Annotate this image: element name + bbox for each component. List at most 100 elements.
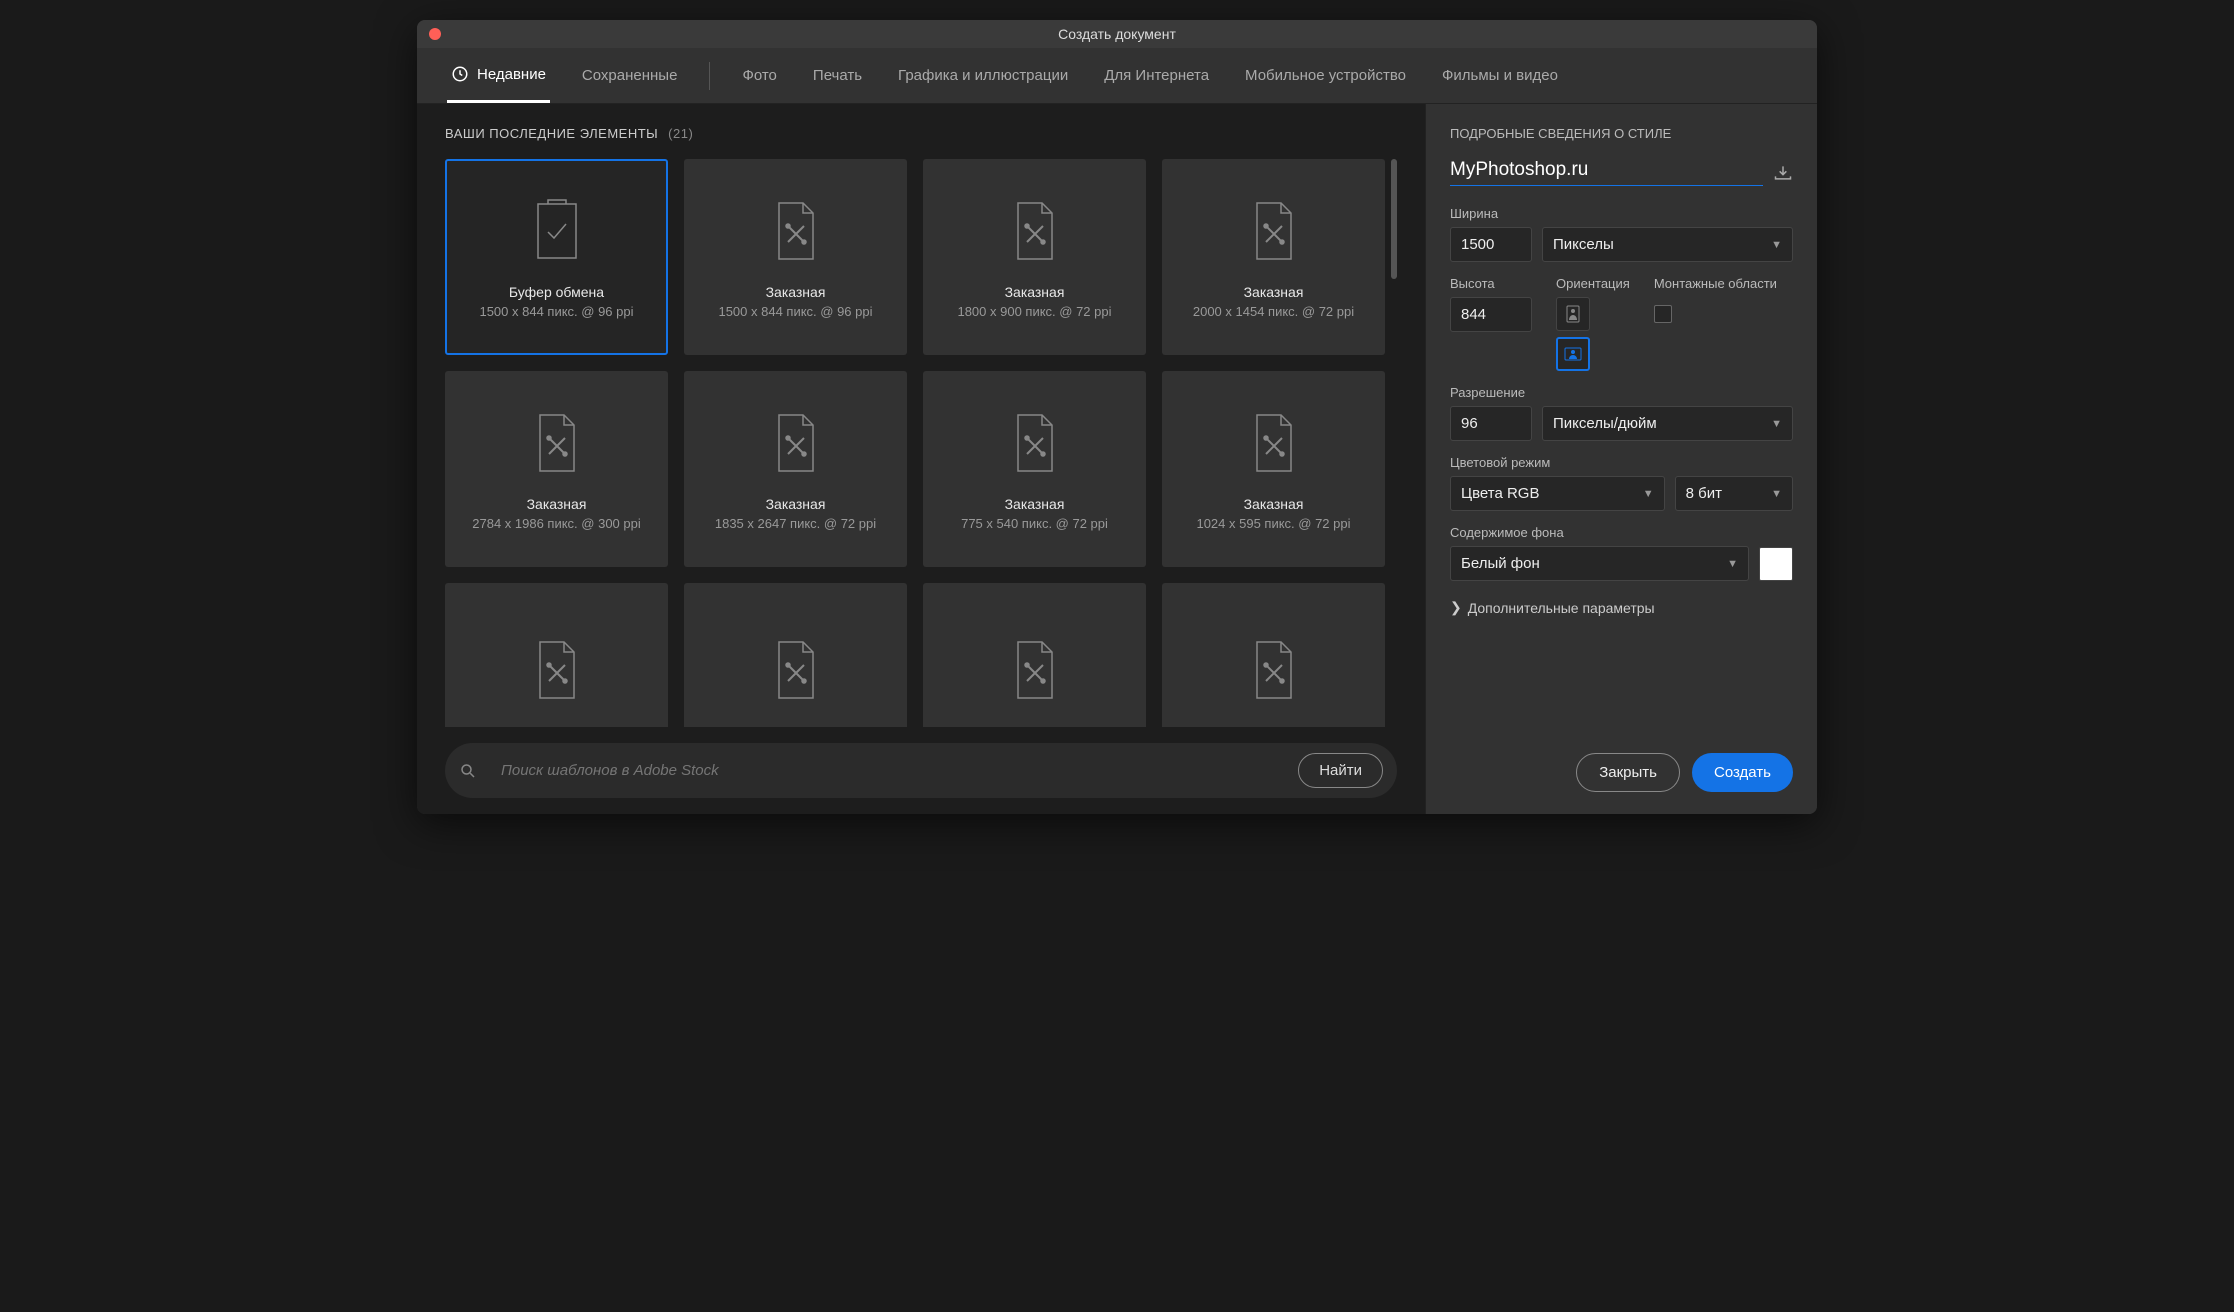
resolution-unit-select[interactable]: Пикселы/дюйм ▼	[1542, 406, 1793, 441]
chevron-down-icon: ▼	[1771, 239, 1782, 251]
preset-subtitle: 1835 x 2647 пикс. @ 72 ppi	[715, 516, 876, 531]
chevron-down-icon: ▼	[1771, 488, 1782, 500]
search-input[interactable]	[493, 762, 1282, 779]
select-value: 8 бит	[1686, 485, 1722, 502]
preset-card[interactable]: Заказная 1500 x 844 пикс. @ 96 ppi	[684, 159, 907, 355]
tab-art[interactable]: Графика и иллюстрации	[894, 50, 1072, 101]
preset-subtitle: 1500 x 844 пикс. @ 96 ppi	[718, 304, 872, 319]
preset-card[interactable]: Заказная 1800 x 900 пикс. @ 72 ppi	[923, 159, 1146, 355]
preset-subtitle: 1800 x 900 пикс. @ 72 ppi	[957, 304, 1111, 319]
document-icon	[768, 196, 824, 266]
create-button[interactable]: Создать	[1692, 753, 1793, 792]
panel-title: ПОДРОБНЫЕ СВЕДЕНИЯ О СТИЛЕ	[1450, 126, 1793, 141]
document-icon	[529, 408, 585, 478]
document-icon	[1007, 408, 1063, 478]
bitdepth-select[interactable]: 8 бит ▼	[1675, 476, 1793, 511]
document-icon	[529, 635, 585, 705]
height-input[interactable]	[1450, 297, 1532, 332]
preset-card[interactable]: Буфер обмена 1500 x 844 пикс. @ 96 ppi	[445, 159, 668, 355]
chevron-down-icon: ▼	[1643, 488, 1654, 500]
document-icon	[1246, 635, 1302, 705]
tab-web[interactable]: Для Интернета	[1100, 50, 1213, 101]
select-value: Пикселы	[1553, 236, 1614, 253]
search-bar: Найти	[445, 743, 1397, 798]
preset-title: Заказная	[766, 496, 826, 512]
preset-subtitle: 1500 x 844 пикс. @ 96 ppi	[479, 304, 633, 319]
tab-label: Фото	[742, 67, 776, 84]
orientation-label: Ориентация	[1556, 276, 1630, 291]
background-swatch[interactable]	[1759, 547, 1793, 581]
preset-card[interactable]: Заказная 1024 x 595 пикс. @ 72 ppi	[1162, 371, 1385, 567]
clipboard-icon	[529, 196, 585, 266]
preset-title: Заказная	[1244, 496, 1304, 512]
document-icon	[768, 408, 824, 478]
preset-card[interactable]	[445, 583, 668, 727]
width-unit-select[interactable]: Пикселы ▼	[1542, 227, 1793, 262]
preset-card[interactable]: Заказная2000 x 1454 пикс. @ 72 ppi	[1162, 159, 1385, 355]
tab-label: Печать	[813, 67, 862, 84]
close-button[interactable]: Закрыть	[1576, 753, 1680, 792]
window-title: Создать документ	[417, 26, 1817, 42]
preset-card[interactable]	[684, 583, 907, 727]
preset-card[interactable]	[1162, 583, 1385, 727]
resolution-label: Разрешение	[1450, 385, 1793, 400]
artboards-label: Монтажные области	[1654, 276, 1777, 291]
tab-print[interactable]: Печать	[809, 50, 866, 101]
save-preset-icon[interactable]	[1773, 164, 1793, 182]
tab-label: Сохраненные	[582, 67, 678, 84]
resolution-input[interactable]	[1450, 406, 1532, 441]
chevron-down-icon: ▼	[1771, 418, 1782, 430]
select-value: Пикселы/дюйм	[1553, 415, 1657, 432]
tab-recent[interactable]: Недавние	[447, 48, 550, 103]
preset-card[interactable]: Заказная 1835 x 2647 пикс. @ 72 ppi	[684, 371, 907, 567]
preset-card[interactable]	[923, 583, 1146, 727]
tab-label: Графика и иллюстрации	[898, 67, 1068, 84]
chevron-right-icon: ❯	[1450, 599, 1462, 616]
clock-icon	[451, 65, 469, 83]
select-value: Цвета RGB	[1461, 485, 1539, 502]
preset-subtitle: 2784 x 1986 пикс. @ 300 ppi	[472, 516, 641, 531]
preset-name-input[interactable]: MyPhotoshop.ru	[1450, 159, 1763, 186]
artboards-checkbox[interactable]	[1654, 305, 1672, 323]
titlebar: Создать документ	[417, 20, 1817, 48]
scrollbar-thumb[interactable]	[1391, 159, 1397, 279]
presets-panel: ВАШИ ПОСЛЕДНИЕ ЭЛЕМЕНТЫ (21) Буфер обмен…	[417, 104, 1425, 814]
background-select[interactable]: Белый фон ▼	[1450, 546, 1749, 581]
preset-title: Заказная	[1005, 284, 1065, 300]
preset-card[interactable]: Заказная 2784 x 1986 пикс. @ 300 ppi	[445, 371, 668, 567]
preset-grid: Буфер обмена1500 x 844 пикс. @ 96 ppiЗак…	[445, 159, 1397, 727]
document-icon	[1007, 635, 1063, 705]
section-title: ВАШИ ПОСЛЕДНИЕ ЭЛЕМЕНТЫ	[445, 126, 658, 141]
width-label: Ширина	[1450, 206, 1793, 221]
details-panel: ПОДРОБНЫЕ СВЕДЕНИЯ О СТИЛЕ MyPhotoshop.r…	[1425, 104, 1817, 814]
preset-card[interactable]: Заказная 775 x 540 пикс. @ 72 ppi	[923, 371, 1146, 567]
preset-title: Буфер обмена	[509, 284, 604, 300]
height-label: Высота	[1450, 276, 1532, 291]
advanced-toggle[interactable]: ❯ Дополнительные параметры	[1450, 599, 1793, 616]
chevron-down-icon: ▼	[1727, 558, 1738, 570]
category-tabs: Недавние Сохраненные Фото Печать Графика…	[417, 48, 1817, 104]
find-button[interactable]: Найти	[1298, 753, 1383, 788]
tab-film[interactable]: Фильмы и видео	[1438, 50, 1562, 101]
section-header: ВАШИ ПОСЛЕДНИЕ ЭЛЕМЕНТЫ (21)	[445, 126, 1397, 141]
tab-label: Для Интернета	[1104, 67, 1209, 84]
section-count: (21)	[668, 126, 693, 141]
preset-title: Заказная	[527, 496, 587, 512]
orientation-portrait[interactable]	[1556, 297, 1590, 331]
tab-saved[interactable]: Сохраненные	[578, 50, 682, 101]
document-icon	[768, 635, 824, 705]
preset-subtitle: 1024 x 595 пикс. @ 72 ppi	[1196, 516, 1350, 531]
preset-subtitle: 775 x 540 пикс. @ 72 ppi	[961, 516, 1108, 531]
orientation-landscape[interactable]	[1556, 337, 1590, 371]
new-document-dialog: Создать документ Недавние Сохраненные Фо…	[417, 20, 1817, 814]
colormode-select[interactable]: Цвета RGB ▼	[1450, 476, 1665, 511]
document-icon	[1246, 408, 1302, 478]
tab-label: Мобильное устройство	[1245, 67, 1406, 84]
tab-mobile[interactable]: Мобильное устройство	[1241, 50, 1410, 101]
preset-subtitle: 2000 x 1454 пикс. @ 72 ppi	[1193, 304, 1354, 319]
preset-title: Заказная	[1005, 496, 1065, 512]
preset-title: Заказная	[766, 284, 826, 300]
search-icon	[459, 762, 477, 780]
tab-photo[interactable]: Фото	[738, 50, 780, 101]
width-input[interactable]	[1450, 227, 1532, 262]
